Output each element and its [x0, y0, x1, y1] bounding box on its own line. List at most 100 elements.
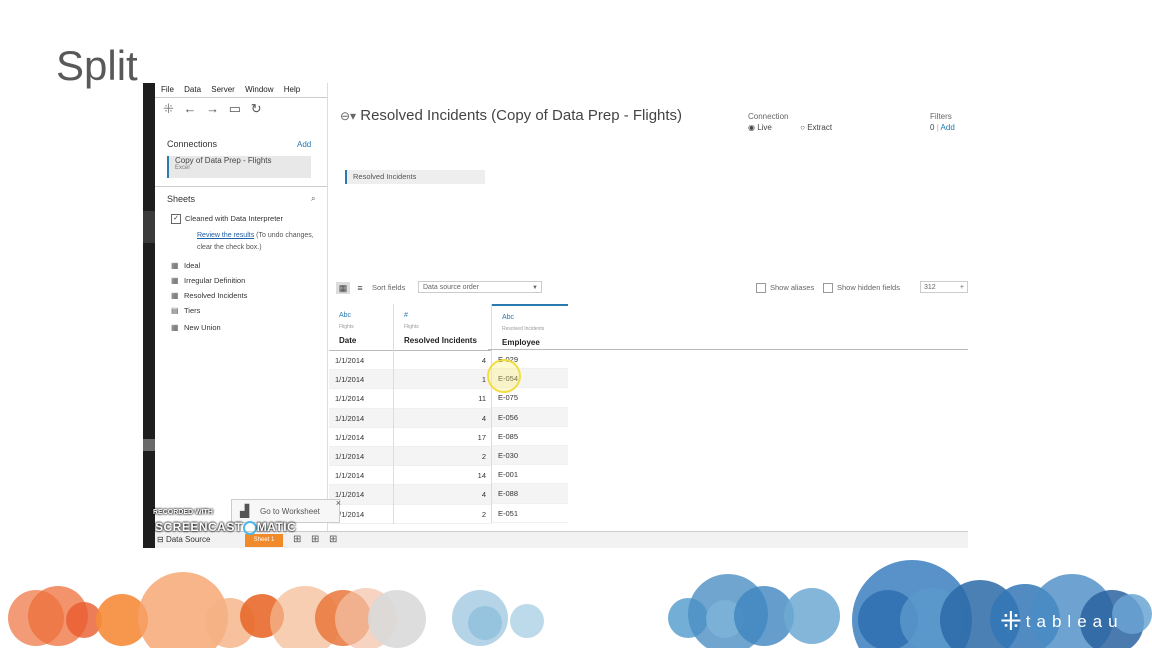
table-cell: E-001: [492, 465, 568, 485]
recording-watermark: RECORDED WITH SCREENCAST MATIC: [143, 507, 303, 539]
column-header[interactable]: # Flights Resolved Incidents: [394, 304, 492, 351]
datasource-title[interactable]: ⊖▾ Resolved Incidents (Copy of Data Prep…: [340, 107, 682, 124]
column-header[interactable]: Abc Resolved Incidents Employee: [492, 304, 568, 350]
list-view-icon[interactable]: ≡: [353, 282, 367, 294]
table-cell: E-056: [492, 407, 568, 427]
column-header[interactable]: Abc Flights Date: [329, 304, 393, 351]
plus-icon[interactable]: +: [960, 282, 964, 294]
connection-label: Connection: [748, 112, 789, 121]
screencast-matic-logo: SCREENCAST MATIC: [155, 520, 296, 535]
table-cell: 1/1/2014: [329, 428, 393, 447]
checkbox-icon[interactable]: [756, 283, 766, 294]
save-icon[interactable]: ▭: [229, 101, 241, 116]
matic-text: MATIC: [256, 520, 297, 534]
canvas-table-resolved-incidents[interactable]: Resolved Incidents: [345, 170, 485, 184]
new-dashboard-icon[interactable]: ⊞: [311, 534, 319, 545]
slide-title: Split: [56, 42, 138, 89]
recorded-with-text: RECORDED WITH: [153, 509, 213, 516]
radio-extract[interactable]: ○ Extract: [800, 123, 832, 132]
interpreter-note: Review the results (To undo changes, cle…: [197, 230, 315, 254]
sheet-item-irregular-definition[interactable]: ▦ Irregular Definition: [171, 276, 245, 285]
table-cell: E-085: [492, 427, 568, 446]
rows-input[interactable]: 312 +: [920, 281, 968, 293]
tableau-logo-icon[interactable]: ⁜: [163, 101, 174, 116]
interpreter-checkbox-row[interactable]: ✓ Cleaned with Data Interpreter: [171, 214, 283, 225]
connections-add-link[interactable]: Add: [297, 140, 311, 149]
back-arrow-icon[interactable]: ←: [184, 101, 197, 116]
menu-file[interactable]: File: [161, 85, 174, 94]
divider: [155, 97, 327, 98]
menu-data[interactable]: Data: [184, 85, 201, 94]
left-edge-strip: [143, 83, 155, 548]
table-cell: 4: [394, 351, 492, 371]
sheet-item-new-union[interactable]: ▦ New Union: [171, 323, 221, 332]
sort-fields-select[interactable]: Data source order ▼: [418, 281, 542, 293]
bubble: [784, 588, 840, 644]
divider: [155, 186, 327, 187]
tableau-logo: ⁜ tableau: [1000, 606, 1124, 636]
sheet-label: Ideal: [184, 261, 201, 270]
filters-label: Filters: [930, 112, 952, 121]
table-cell: 1/1/2014: [329, 466, 393, 486]
sheet-item-ideal[interactable]: ▦ Ideal: [171, 261, 200, 270]
column-source: Resolved Incidents: [502, 326, 545, 332]
show-aliases-checkbox[interactable]: Show aliases: [756, 283, 814, 294]
record-dot-icon: [242, 520, 257, 535]
sheet-label: New Union: [184, 323, 221, 332]
datasource-icon: ⊖▾: [340, 109, 357, 123]
new-story-icon[interactable]: ⊞: [329, 534, 337, 545]
radio-live-label: Live: [757, 123, 772, 132]
radio-live[interactable]: ◉ Live: [748, 123, 772, 132]
review-results-link[interactable]: Review the results: [197, 232, 254, 239]
table-cell: 11: [394, 389, 492, 409]
checkbox-checked-icon[interactable]: ✓: [171, 214, 181, 225]
column-date: Abc Flights Date 1/1/2014 1/1/2014 1/1/2…: [329, 304, 393, 524]
sort-fields-value: Data source order: [423, 284, 480, 291]
sheet-item-tiers[interactable]: ▤ Tiers: [171, 306, 200, 315]
show-hidden-fields-checkbox[interactable]: Show hidden fields: [823, 283, 900, 294]
column-source: Flights: [339, 324, 354, 330]
checkbox-icon[interactable]: [823, 283, 833, 294]
table-cell: 2: [394, 446, 492, 467]
table-cell: 14: [394, 466, 492, 486]
sheet-item-resolved-incidents[interactable]: ▦ Resolved Incidents: [171, 291, 247, 300]
menu-server[interactable]: Server: [211, 85, 235, 94]
connection-item[interactable]: Copy of Data Prep - Flights Excel: [167, 156, 311, 178]
column-employee: Abc Resolved Incidents Employee E-029 E-…: [491, 304, 568, 523]
filters-value: 0 | Add: [930, 123, 955, 132]
table-icon: ▦: [171, 276, 179, 285]
search-icon[interactable]: ⌕: [311, 194, 315, 204]
screencast-text: SCREENCAST: [155, 520, 243, 534]
column-type-icon[interactable]: Abc: [502, 314, 514, 321]
table-icon: ▤: [171, 306, 179, 315]
forward-arrow-icon[interactable]: →: [206, 101, 219, 116]
column-name: Date: [339, 336, 357, 345]
connections-title: Connections: [167, 139, 218, 149]
datasource-name[interactable]: Resolved Incidents (Copy of Data Prep - …: [360, 107, 682, 124]
table-cell: E-051: [492, 504, 568, 523]
close-icon[interactable]: ×: [336, 498, 341, 508]
filters-add-link[interactable]: Add: [941, 123, 955, 132]
column-resolved-incidents: # Flights Resolved Incidents 4 1 11 4 17…: [393, 304, 492, 524]
bubble: [468, 606, 502, 640]
grid-toolbar: ▦ ≡ Sort fields Data source order ▼ Show…: [328, 280, 968, 298]
strip-gap: [143, 211, 155, 243]
table-cell: E-088: [492, 484, 568, 504]
tableau-plus-icon: ⁜: [1000, 606, 1022, 636]
rows-value: 312: [924, 284, 936, 291]
sheet-label: Resolved Incidents: [184, 291, 248, 300]
column-type-icon[interactable]: #: [404, 312, 408, 319]
grid-view-icon[interactable]: ▦: [336, 282, 350, 294]
connection-type: Excel: [175, 165, 190, 171]
bubble: [510, 604, 544, 638]
column-type-icon[interactable]: Abc: [339, 312, 351, 319]
table-cell: 1/1/2014: [329, 446, 393, 467]
table-cell: 1/1/2014: [329, 389, 393, 409]
radio-extract-label: Extract: [807, 123, 833, 132]
menu-window[interactable]: Window: [245, 85, 273, 94]
sheet-label: Tiers: [184, 306, 201, 315]
refresh-icon[interactable]: ↻: [251, 101, 262, 116]
menu-help[interactable]: Help: [284, 85, 300, 94]
toolbar: ⁜ ← → ▭ ↻: [163, 101, 268, 117]
table-cell: 4: [394, 485, 492, 505]
